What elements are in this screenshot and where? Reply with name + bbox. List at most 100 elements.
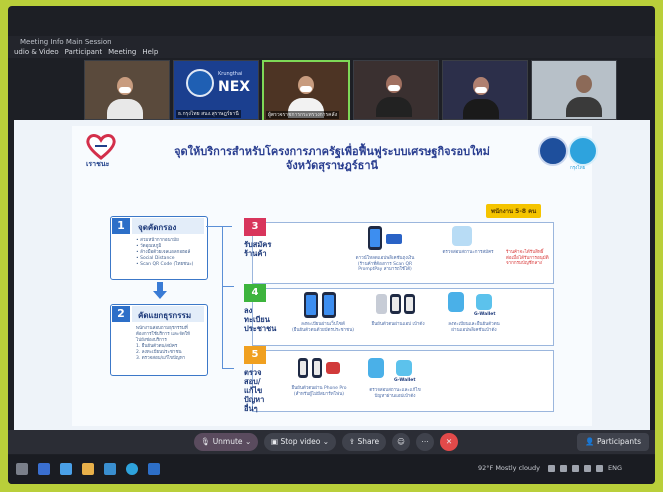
close-icon: ✕ <box>445 437 453 446</box>
logo-sub: Krungthai <box>218 71 243 77</box>
mic-tray-icon[interactable] <box>560 465 567 472</box>
store-icon[interactable] <box>104 463 116 475</box>
connector-line <box>206 226 232 227</box>
participant-tile[interactable] <box>84 60 170 120</box>
step3-label: รับสมัคร ร้านค้า <box>244 240 272 258</box>
menu-participant[interactable]: Participant <box>65 48 102 56</box>
more-button[interactable]: ⋯ <box>416 433 434 451</box>
caption-line: ยืนยันตัวตนผ่าน Phone Pro <box>291 386 347 391</box>
step4-caption-3: ลงทะเบียนและยืนยันตัวตน ผ่านแอปพลิเคชันเ… <box>442 322 506 333</box>
caption-line: ปัญหาผ่านแอปเป๋าตัง <box>374 393 416 399</box>
menu-meeting[interactable]: Meeting <box>108 48 136 56</box>
phone-icon <box>390 294 401 314</box>
stop-video-button[interactable]: ▣ Stop video ⌄ <box>264 433 336 451</box>
bullet: 3. ตรวจสอบ/แก้ไขปัญหา <box>136 356 186 361</box>
caption-line: (สำหรับผู้ไม่มีสมาร์ทโฟน) <box>293 391 345 397</box>
mic-icon: 🎙 <box>200 437 211 446</box>
end-call-button[interactable]: ✕ <box>440 433 458 451</box>
phone-icon <box>312 358 322 378</box>
language-indicator[interactable]: ENG <box>608 464 622 472</box>
caption-line: ผ่านแอปพลิเคชันเป๋าตัง <box>451 327 497 333</box>
step5-label: ตรวจสอบ/ แก้ไขปัญหา อื่นๆ <box>244 368 265 413</box>
share-icon: ⇪ <box>348 437 356 446</box>
share-button[interactable]: ⇪ Share <box>342 433 386 451</box>
edge-icon[interactable] <box>126 463 138 475</box>
dropbox-icon[interactable] <box>60 463 72 475</box>
step5-caption-2: ตรวจสอบสถานะและแก้ไข ปัญหาผ่านแอปเป๋าตัง <box>360 388 430 399</box>
app-icon <box>368 358 384 378</box>
step2-bullets: พนักงานสอบถามธุรกรรมที่ ต้องการใช้บริการ… <box>136 326 190 362</box>
step1-bullets: • สวมหน้ากากอนามัย • วัดอุณหภูมิ • ล้างม… <box>136 238 193 268</box>
participant-name: ธ.กรุงไทย สนง.สุราษฎร์ธานี <box>176 110 241 118</box>
phone-pro-icon <box>326 362 340 374</box>
note-line: จากกรมบัญชีกลาง <box>506 261 542 266</box>
step4-label: ลงทะเบียน ประชาชน <box>244 306 277 333</box>
step1-title: จุดคัดกรอง <box>138 223 177 232</box>
folder-icon[interactable] <box>82 463 94 475</box>
step3-number: 3 <box>244 218 266 236</box>
chevron-up-icon[interactable] <box>548 465 555 472</box>
participant-tile[interactable] <box>531 60 617 120</box>
connector-line <box>222 226 223 368</box>
person-icon: 👤 <box>585 437 595 446</box>
step2-number: 2 <box>112 306 130 322</box>
step1-number: 1 <box>112 218 130 234</box>
step2-title: คัดแยกธุรกรรม <box>138 311 192 320</box>
participant-tile[interactable] <box>442 60 528 120</box>
participants-button[interactable]: 👤 Participants <box>577 433 649 451</box>
caption-line: ลงทะเบียนและยืนยันตัวตน <box>448 322 500 327</box>
volume-icon[interactable] <box>584 465 591 472</box>
gwallet-icon <box>476 294 492 310</box>
connector-line <box>222 286 234 287</box>
participant-name: ผู้ตรวจราชการกระทรวงการคลัง <box>266 111 340 119</box>
network-icon[interactable] <box>572 465 579 472</box>
unmute-button[interactable]: 🎙 Unmute ⌄ <box>194 433 258 451</box>
weather-widget[interactable]: 92°F Mostly cloudy <box>478 464 540 472</box>
window-title: Meeting Info Main Session <box>20 38 112 46</box>
stop-video-label: Stop video <box>280 437 321 446</box>
card-icon <box>386 234 402 244</box>
windows-start-icon[interactable] <box>16 463 28 475</box>
phone-icon <box>404 294 415 314</box>
camera-icon: ▣ <box>270 437 279 446</box>
gwallet-label: G-Wallet <box>394 378 416 383</box>
gwallet-label: G-Wallet <box>474 312 496 317</box>
bullet: • Scan QR Code (ไทยชนะ) <box>136 262 194 267</box>
taskview-icon[interactable] <box>38 463 50 475</box>
ministry-seal-icon <box>538 136 568 166</box>
step4-panel <box>252 288 554 346</box>
emblem-icon <box>186 69 214 97</box>
meeting-controls: 🎙 Unmute ⌄ ▣ Stop video ⌄ ⇪ Share ☺ ⋯ ✕ … <box>8 430 655 454</box>
chevron-down-icon: ⌄ <box>244 437 252 446</box>
step4-caption-2: ยืนยันตัวตนผ่านแอป เป๋าตัง <box>371 322 425 327</box>
search-status-icon <box>452 226 472 246</box>
unmute-label: Unmute <box>212 437 243 446</box>
menu-audio-video[interactable]: udio & Video <box>14 48 59 56</box>
meeting-menubar: Meeting Info Main Session udio & Video P… <box>8 36 655 58</box>
share-label: Share <box>357 437 380 446</box>
reactions-button[interactable]: ☺ <box>392 433 410 451</box>
caption-line: (ยืนยันตัวตนด้วยบัตรประชาชน) <box>291 327 355 333</box>
participant-tile[interactable] <box>353 60 439 120</box>
zoom-icon[interactable] <box>148 463 160 475</box>
more-icon: ⋯ <box>421 437 429 446</box>
battery-icon[interactable] <box>596 465 603 472</box>
down-arrow-icon <box>153 291 167 299</box>
heart-logo-icon <box>86 134 116 160</box>
phone-icon <box>322 292 336 318</box>
right-seal-label: กรุงไทย <box>570 166 586 171</box>
step3-caption-2: ตรวจสอบสถานะการสมัคร <box>442 250 494 255</box>
menu-help[interactable]: Help <box>142 48 158 56</box>
participant-strip: Krungthai NEX ธ.กรุงไทย สนง.สุราษฎร์ธานี… <box>84 60 632 124</box>
phone-icon <box>368 226 382 250</box>
menu-list: udio & Video Participant Meeting Help <box>14 48 158 56</box>
slide-title-line2: จังหวัดสุราษฎร์ธานี <box>285 159 379 172</box>
step5-number: 5 <box>244 346 266 364</box>
participant-tile-active-speaker[interactable]: ผู้ตรวจราชการกระทรวงการคลัง <box>262 60 350 122</box>
left-logo-label: เราชนะ <box>86 160 110 168</box>
step5-caption: ยืนยันตัวตนผ่าน Phone Pro (สำหรับผู้ไม่ม… <box>284 386 354 397</box>
phone-icon <box>304 292 318 318</box>
slide-canvas: เราชนะ กรุงไทย จุดให้บริการสำหรับโครงการ… <box>72 126 598 426</box>
participant-tile-krungthai[interactable]: Krungthai NEX ธ.กรุงไทย สนง.สุราษฎร์ธานี <box>173 60 259 120</box>
app-icon <box>448 292 464 312</box>
